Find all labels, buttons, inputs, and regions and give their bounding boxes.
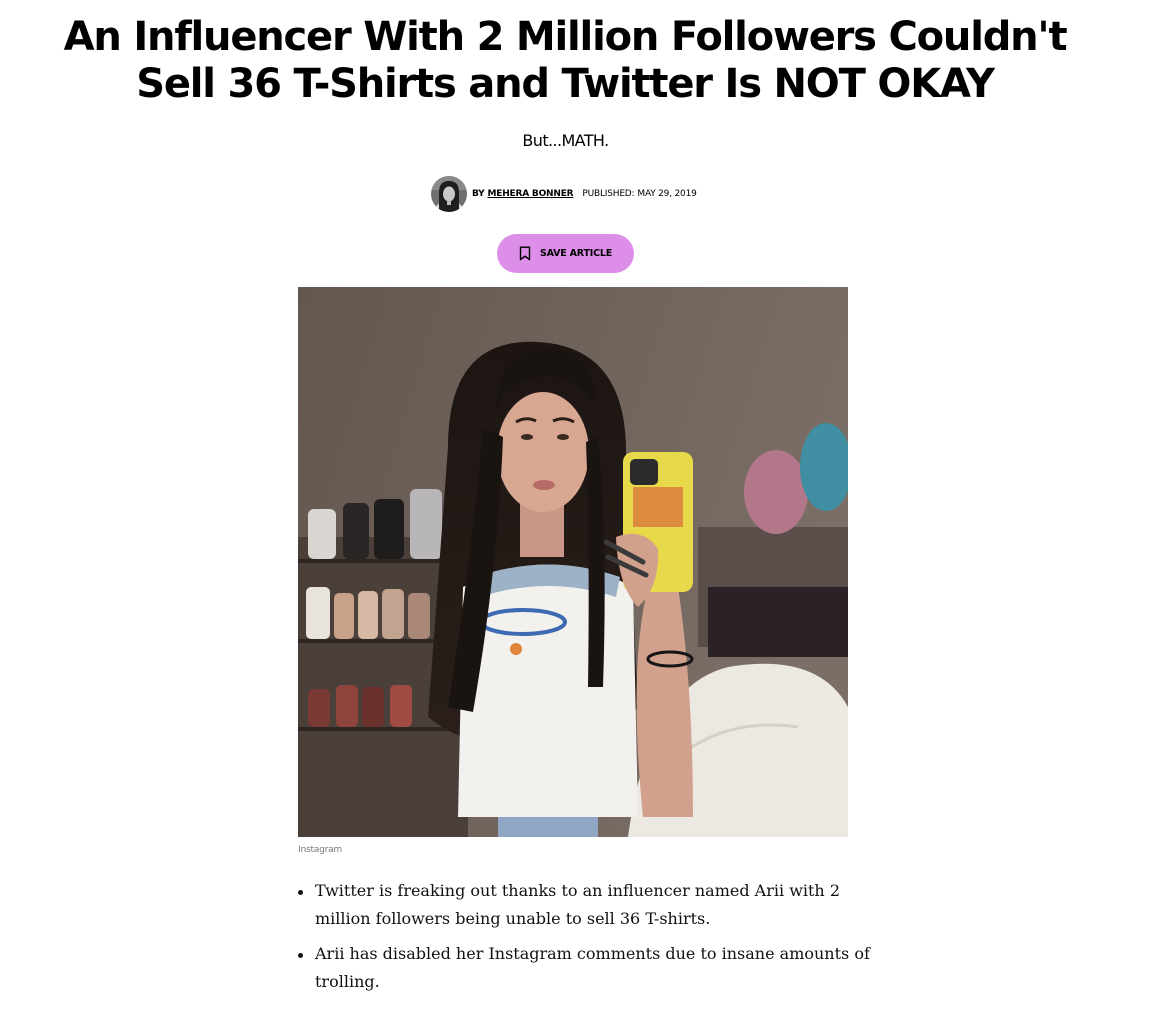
image-caption: Instagram	[298, 845, 342, 855]
save-article-label: SAVE ARTICLE	[539, 248, 613, 259]
article-summary-list: Twitter is freaking out thanks to an inf…	[298, 877, 875, 1003]
article-hero-image	[298, 287, 848, 837]
published-label: PUBLISHED:	[582, 189, 635, 199]
summary-item: Arii has disabled her Instagram comments…	[298, 940, 875, 995]
author-avatar[interactable]	[431, 176, 467, 212]
byline-prefix: BY	[472, 189, 485, 199]
published-date: MAY 29, 2019	[637, 189, 697, 199]
article-headline: An Influencer With 2 Million Followers C…	[63, 14, 1068, 107]
bookmark-icon	[519, 246, 531, 261]
summary-item: Twitter is freaking out thanks to an inf…	[298, 877, 875, 932]
save-article-button[interactable]: SAVE ARTICLE	[497, 234, 634, 273]
article-dek: But...MATH.	[522, 131, 609, 150]
author-link[interactable]: MEHERA BONNER	[488, 189, 574, 199]
byline: BY MEHERA BONNER PUBLISHED: MAY 29, 2019	[431, 176, 697, 212]
